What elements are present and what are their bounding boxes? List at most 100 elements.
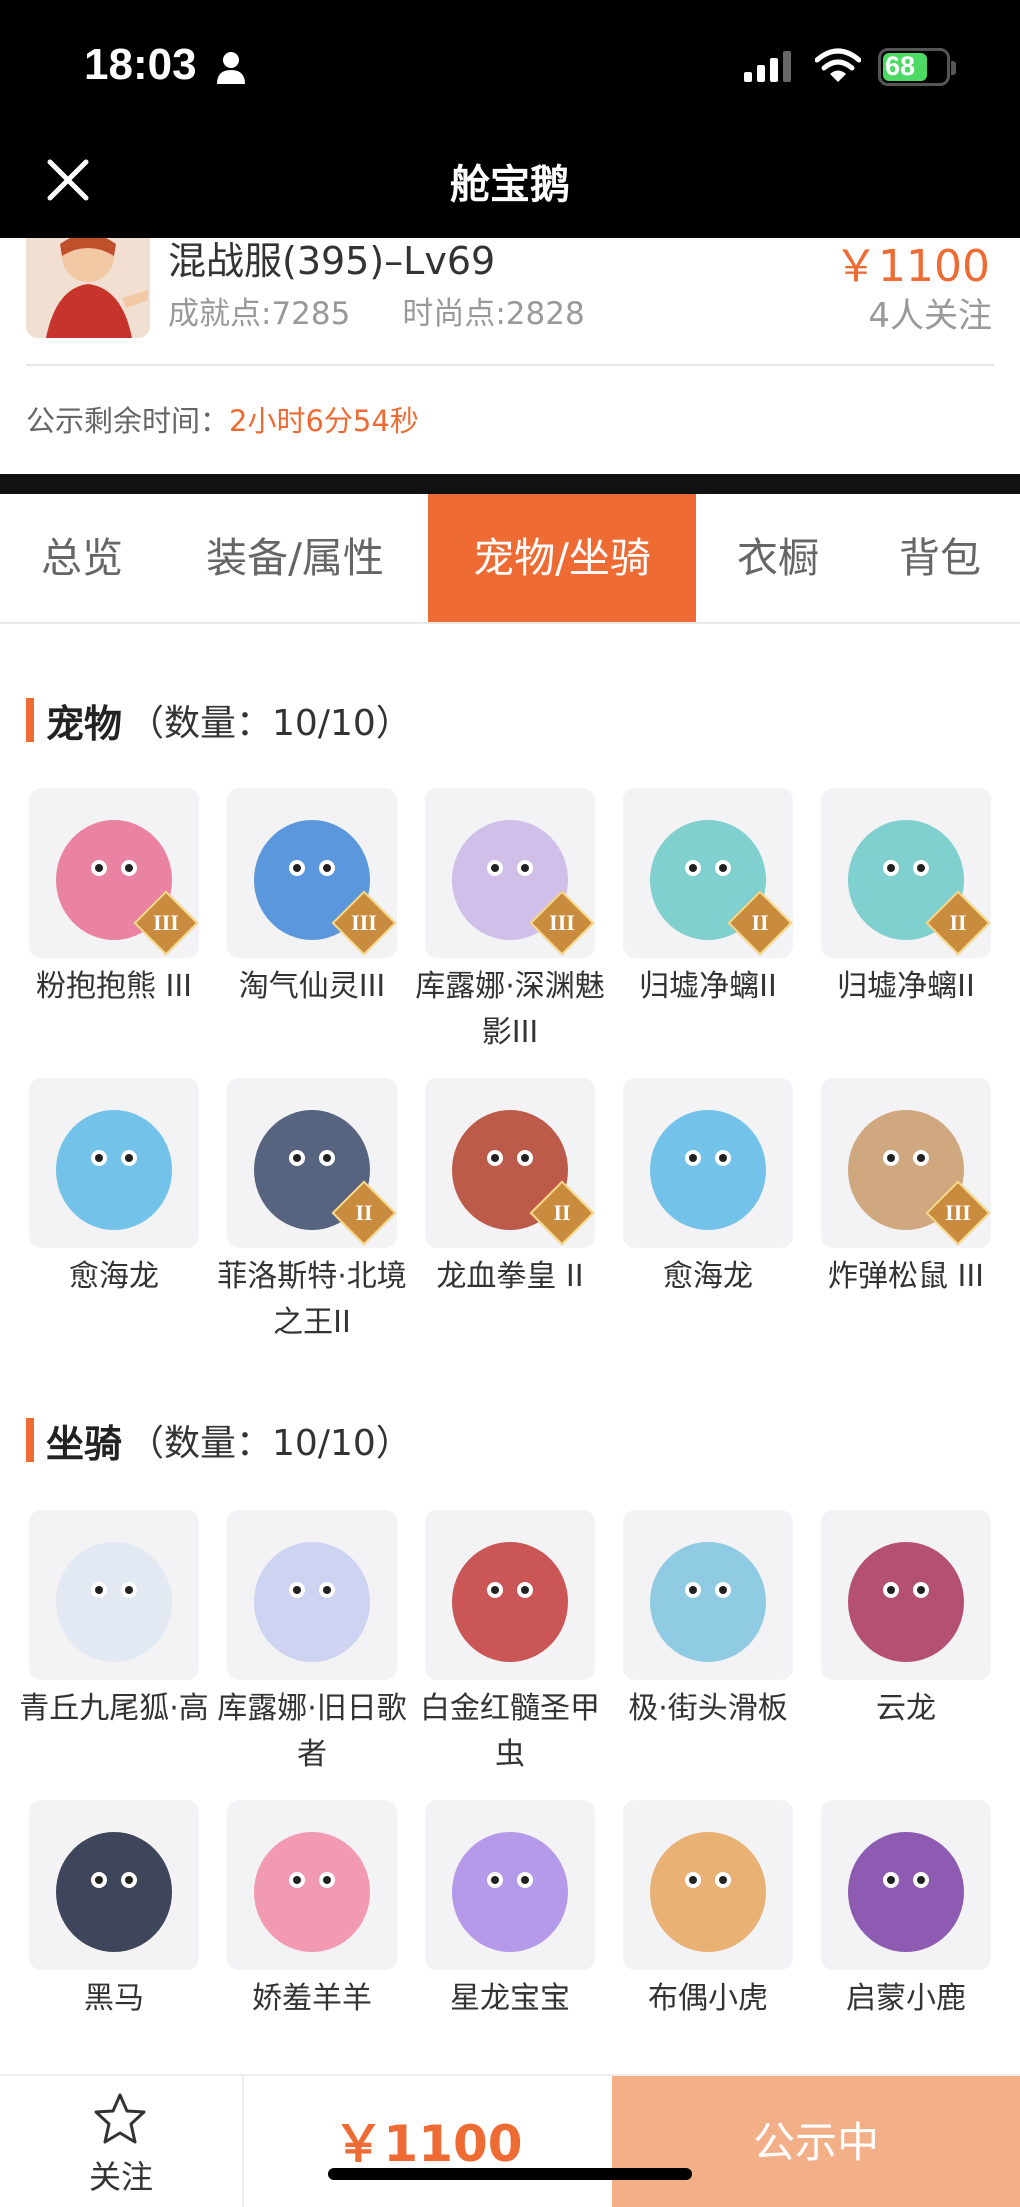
pet-item[interactable]: III 粉抱抱熊 III (28, 788, 200, 1010)
mount-name: 库露娜·旧日歌者 (217, 1691, 407, 1772)
achievement-points: 成就点:7285 (168, 296, 351, 332)
mount-thumbnail (821, 1800, 991, 1970)
fashion-points: 时尚点:2828 (402, 296, 585, 332)
pet-item[interactable]: 愈海龙 (28, 1078, 200, 1300)
mount-name: 布偶小虎 (648, 1981, 768, 2016)
mount-thumbnail (29, 1800, 199, 1970)
mount-item[interactable]: 娇羞羊羊 (226, 1800, 398, 2022)
mount-thumbnail (623, 1510, 793, 1680)
bottom-action-bar: 关注 ￥1100 公示中 (0, 2074, 1020, 2207)
status-bar: 18:03 68 (0, 0, 1020, 130)
home-indicator (328, 2168, 692, 2180)
character-stats: 成就点:7285 时尚点:2828 (168, 288, 585, 333)
mount-item[interactable]: 启蒙小鹿 (820, 1800, 992, 2022)
wifi-icon (815, 48, 861, 82)
pet-name: 愈海龙 (69, 1259, 159, 1294)
tier-badge-text: II (355, 1200, 373, 1225)
mount-item[interactable]: 云龙 (820, 1510, 992, 1732)
mount-thumbnail (623, 1800, 793, 1970)
pet-name: 愈海龙 (663, 1259, 753, 1294)
tab-equipment[interactable]: 装备/属性 (188, 494, 402, 622)
pets-title: 宠物 (46, 701, 123, 746)
tab-bar: 总览 装备/属性 宠物/坐骑 衣橱 背包 (0, 494, 1020, 624)
mount-thumbnail (821, 1510, 991, 1680)
pet-name: 炸弹松鼠 III (827, 1259, 985, 1294)
mount-item[interactable]: 黑马 (28, 1800, 200, 2022)
mount-item[interactable]: 布偶小虎 (622, 1800, 794, 2022)
status-time: 18:03 (84, 40, 197, 89)
countdown: 公示剩余时间：2小时6分54秒 (26, 398, 419, 440)
follow-button[interactable]: 关注 (0, 2076, 244, 2207)
mounts-count: （数量：10/10） (128, 1423, 412, 1464)
mount-item[interactable]: 极·街头滑板 (622, 1510, 794, 1732)
server-level: 混战服(395)–Lv69 (168, 239, 496, 283)
pet-name: 库露娜·深渊魅影III (415, 969, 605, 1050)
mounts-title: 坐骑 (46, 1421, 123, 1466)
pet-name: 粉抱抱熊 III (35, 969, 193, 1004)
follow-label: 关注 (88, 2158, 153, 2196)
public-status-button[interactable]: 公示中 (612, 2076, 1020, 2207)
pet-name: 菲洛斯特·北境之王II (217, 1259, 407, 1340)
mount-name: 白金红髓圣甲虫 (420, 1691, 600, 1772)
pet-item[interactable]: II 龙血拳皇 II (424, 1078, 596, 1300)
mount-name: 极·街头滑板 (628, 1691, 788, 1726)
pet-item[interactable]: III 淘气仙灵III (226, 788, 398, 1010)
pet-item[interactable]: 愈海龙 (622, 1078, 794, 1300)
nav-bar: 舱宝鹅 (0, 130, 1020, 238)
divider (26, 364, 994, 366)
tier-badge-text: III (549, 910, 575, 935)
pet-item[interactable]: II 归墟净螭II (622, 788, 794, 1010)
mount-name: 云龙 (876, 1691, 936, 1726)
tab-backpack[interactable]: 背包 (878, 494, 1002, 622)
pet-thumbnail: III (821, 1078, 991, 1248)
pet-name: 龙血拳皇 II (436, 1259, 584, 1294)
character-avatar (26, 238, 150, 338)
mount-name: 启蒙小鹿 (846, 1981, 966, 2016)
section-divider (0, 474, 1020, 494)
tier-badge-text: II (949, 910, 967, 935)
signal-icon (744, 51, 791, 82)
pet-item[interactable]: II 归墟净螭II (820, 788, 992, 1010)
mount-item[interactable]: 白金红髓圣甲虫 (420, 1510, 600, 1778)
mount-thumbnail (425, 1800, 595, 1970)
tab-wardrobe[interactable]: 衣橱 (718, 494, 838, 622)
mount-item[interactable]: 青丘九尾狐·高 (19, 1510, 209, 1732)
mount-name: 黑马 (84, 1981, 144, 2016)
mount-name: 娇羞羊羊 (252, 1981, 372, 2016)
battery-icon: 68 (878, 48, 956, 86)
mount-thumbnail (227, 1800, 397, 1970)
mount-name: 青丘九尾狐·高 (19, 1691, 209, 1726)
page-title: 舱宝鹅 (450, 162, 570, 208)
countdown-value: 2小时6分54秒 (229, 404, 419, 438)
tier-badge-text: II (751, 910, 769, 935)
tab-overview[interactable]: 总览 (0, 494, 164, 622)
pet-name: 归墟净螭II (837, 969, 975, 1004)
pet-item[interactable]: II 菲洛斯特·北境之王II (217, 1078, 407, 1346)
mounts-section-title: 坐骑 （数量：10/10） (26, 1418, 412, 1466)
pet-thumbnail: II (425, 1078, 595, 1248)
tier-badge-text: III (351, 910, 377, 935)
pets-section-title: 宠物 （数量：10/10） (26, 698, 412, 746)
pet-thumbnail (623, 1078, 793, 1248)
mount-thumbnail (425, 1510, 595, 1680)
pet-thumbnail: II (623, 788, 793, 958)
tier-badge-text: III (153, 910, 179, 935)
pet-name: 淘气仙灵III (238, 969, 386, 1004)
tab-pets-mounts[interactable]: 宠物/坐骑 (428, 494, 696, 622)
mount-thumbnail (227, 1510, 397, 1680)
mount-item[interactable]: 库露娜·旧日歌者 (217, 1510, 407, 1778)
follower-count: 4人关注 (868, 296, 992, 336)
mount-name: 星龙宝宝 (450, 1981, 570, 2016)
pet-thumbnail: II (227, 1078, 397, 1248)
pet-item[interactable]: III 库露娜·深渊魅影III (415, 788, 605, 1056)
section-accent-bar (26, 1418, 34, 1462)
listing-header: 混战服(395)–Lv69 成就点:7285 时尚点:2828 ￥1100 4人关… (0, 238, 1020, 474)
mount-item[interactable]: 星龙宝宝 (424, 1800, 596, 2022)
pet-thumbnail: III (227, 788, 397, 958)
pet-thumbnail: II (821, 788, 991, 958)
pet-thumbnail (29, 1078, 199, 1248)
section-accent-bar (26, 698, 34, 742)
pet-item[interactable]: III 炸弹松鼠 III (820, 1078, 992, 1300)
pet-thumbnail: III (29, 788, 199, 958)
countdown-label: 公示剩余时间： (26, 404, 230, 438)
